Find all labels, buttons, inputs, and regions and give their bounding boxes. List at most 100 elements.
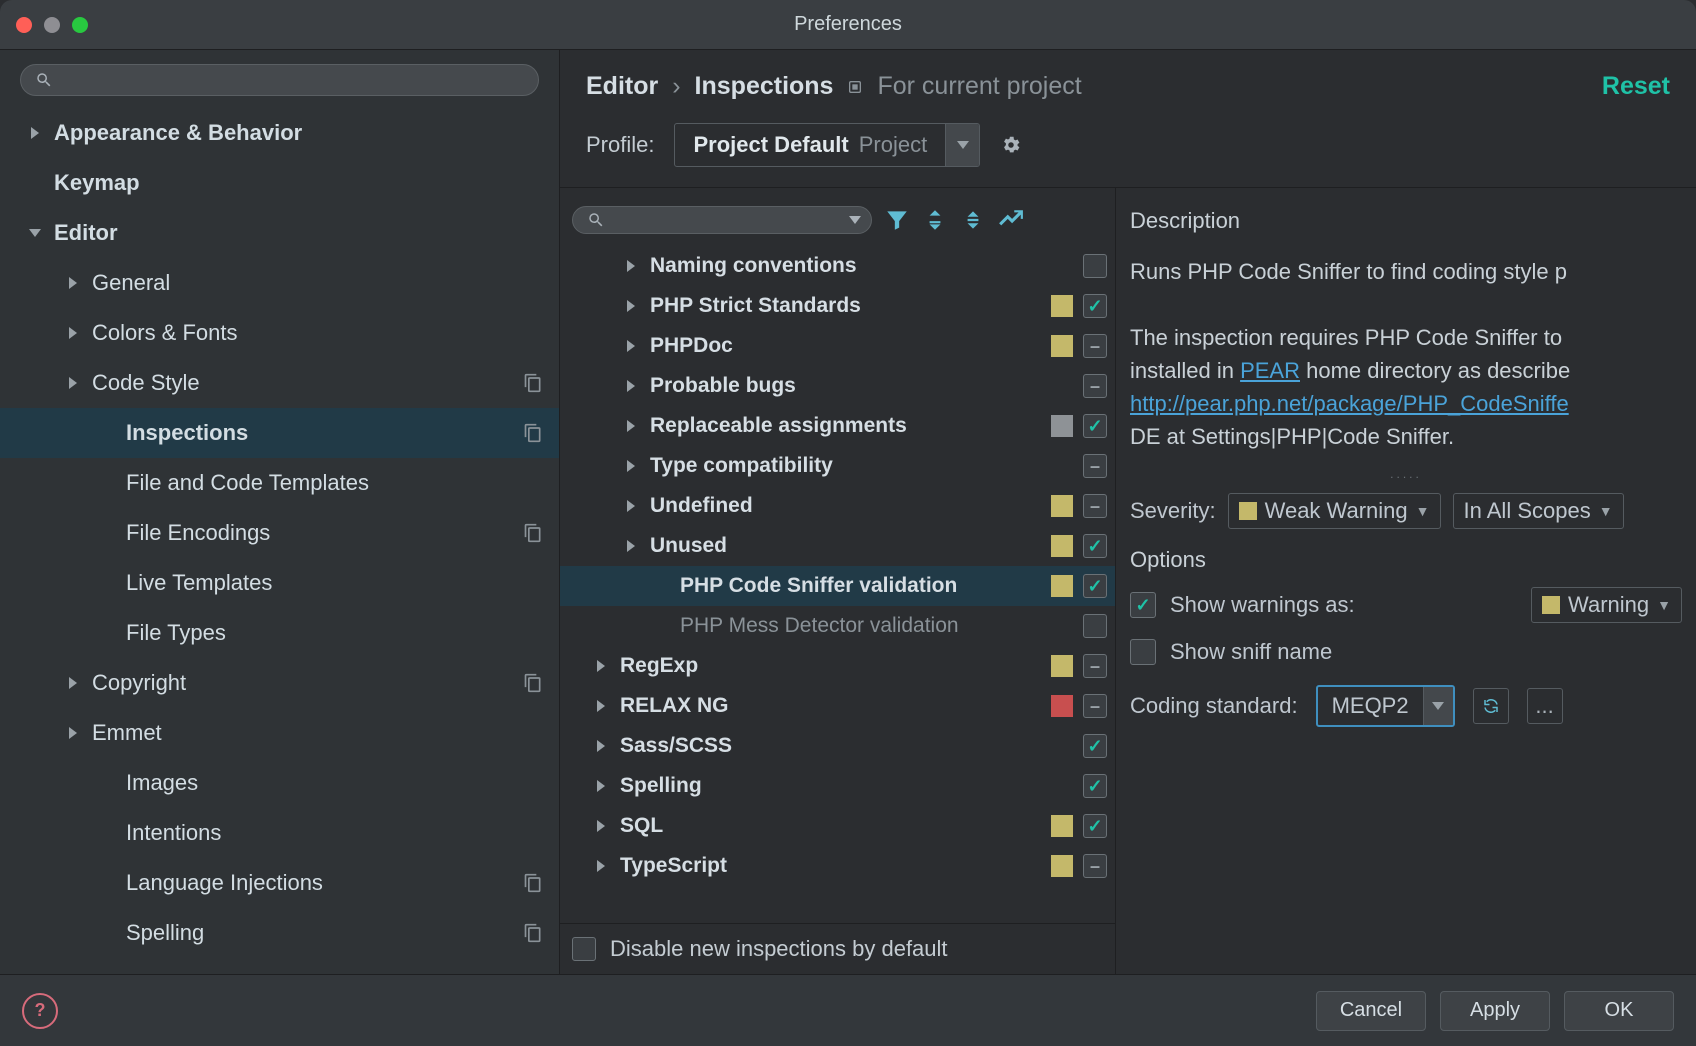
warning-level-select[interactable]: Warning ▼	[1531, 587, 1682, 623]
profile-dropdown-icon[interactable]	[945, 124, 979, 166]
expand-all-icon[interactable]	[922, 207, 948, 233]
coding-standard-select[interactable]: MEQP2	[1316, 685, 1455, 727]
tree-row-sass-scss[interactable]: Sass/SCSS	[560, 726, 1115, 766]
disable-new-label: Disable new inspections by default	[610, 936, 948, 962]
close-window-icon[interactable]	[16, 17, 32, 33]
search-history-dropdown-icon[interactable]	[849, 216, 861, 224]
reset-button[interactable]: Reset	[1602, 72, 1670, 101]
sidebar-item-language-injections[interactable]: Language Injections	[0, 858, 559, 908]
severity-swatch	[1051, 495, 1073, 517]
disable-new-row[interactable]: Disable new inspections by default	[560, 923, 1115, 974]
tree-row-relax-ng[interactable]: RELAX NG	[560, 686, 1115, 726]
inspection-checkbox[interactable]	[1083, 774, 1107, 798]
inspection-checkbox[interactable]	[1083, 654, 1107, 678]
tree-row-undefined[interactable]: Undefined	[560, 486, 1115, 526]
tree-row-label: Replaceable assignments	[650, 414, 907, 438]
inspection-checkbox[interactable]	[1083, 334, 1107, 358]
tree-row-php-code-sniffer-validation[interactable]: PHP Code Sniffer validation	[560, 566, 1115, 606]
reset-defaults-icon[interactable]	[998, 207, 1024, 233]
sidebar-item-label: Images	[126, 770, 198, 796]
sidebar-item-inspections[interactable]: Inspections	[0, 408, 559, 458]
sidebar-item-keymap[interactable]: Keymap	[0, 158, 559, 208]
tree-row-label: PHPDoc	[650, 334, 733, 358]
inspection-checkbox[interactable]	[1083, 254, 1107, 278]
severity-select[interactable]: Weak Warning ▼	[1228, 493, 1441, 529]
inspection-checkbox[interactable]	[1083, 854, 1107, 878]
refresh-button[interactable]	[1473, 688, 1509, 724]
tree-row-label: Probable bugs	[650, 374, 796, 398]
disable-new-checkbox[interactable]	[572, 937, 596, 961]
pear-link[interactable]: PEAR	[1240, 358, 1300, 383]
sidebar-item-editor[interactable]: Editor	[0, 208, 559, 258]
ok-button[interactable]: OK	[1564, 991, 1674, 1031]
inspection-checkbox[interactable]	[1083, 614, 1107, 638]
show-sniff-label: Show sniff name	[1170, 639, 1332, 665]
sidebar-search-input[interactable]	[20, 64, 539, 96]
minimize-window-icon[interactable]	[44, 17, 60, 33]
copy-profile-icon	[523, 873, 543, 893]
gear-icon[interactable]	[1000, 134, 1022, 156]
inspection-checkbox[interactable]	[1083, 694, 1107, 718]
show-warnings-checkbox[interactable]	[1130, 592, 1156, 618]
chevron-down-icon	[1423, 687, 1453, 725]
warning-color-swatch	[1542, 596, 1560, 614]
help-button[interactable]: ?	[22, 993, 58, 1029]
tree-row-type-compatibility[interactable]: Type compatibility	[560, 446, 1115, 486]
filter-icon[interactable]	[884, 207, 910, 233]
refresh-icon	[1482, 697, 1500, 715]
tree-row-php-mess-detector-validation[interactable]: PHP Mess Detector validation	[560, 606, 1115, 646]
tree-row-spelling[interactable]: Spelling	[560, 766, 1115, 806]
tree-row-sql[interactable]: SQL	[560, 806, 1115, 846]
sidebar-item-spelling[interactable]: Spelling	[0, 908, 559, 958]
sidebar-item-label: Code Style	[92, 370, 200, 396]
sidebar-item-appearance-behavior[interactable]: Appearance & Behavior	[0, 108, 559, 158]
tree-row-phpdoc[interactable]: PHPDoc	[560, 326, 1115, 366]
cancel-button[interactable]: Cancel	[1316, 991, 1426, 1031]
sidebar-item-general[interactable]: General	[0, 258, 559, 308]
tree-row-typescript[interactable]: TypeScript	[560, 846, 1115, 886]
sidebar-item-colors-fonts[interactable]: Colors & Fonts	[0, 308, 559, 358]
sidebar-item-file-and-code-templates[interactable]: File and Code Templates	[0, 458, 559, 508]
sidebar-item-live-templates[interactable]: Live Templates	[0, 558, 559, 608]
severity-swatch	[1051, 575, 1073, 597]
tree-row-replaceable-assignments[interactable]: Replaceable assignments	[560, 406, 1115, 446]
tree-search-input[interactable]	[572, 206, 872, 234]
tree-row-php-strict-standards[interactable]: PHP Strict Standards	[560, 286, 1115, 326]
sidebar-item-emmet[interactable]: Emmet	[0, 708, 559, 758]
zoom-window-icon[interactable]	[72, 17, 88, 33]
inspection-checkbox[interactable]	[1083, 374, 1107, 398]
browse-button[interactable]: ...	[1527, 688, 1563, 724]
inspection-checkbox[interactable]	[1083, 534, 1107, 558]
sidebar-item-intentions[interactable]: Intentions	[0, 808, 559, 858]
sidebar-item-file-types[interactable]: File Types	[0, 608, 559, 658]
sidebar-item-code-style[interactable]: Code Style	[0, 358, 559, 408]
inspection-checkbox[interactable]	[1083, 454, 1107, 478]
resize-handle-icon[interactable]: .....	[1116, 463, 1696, 485]
severity-color-swatch	[1239, 502, 1257, 520]
scope-select[interactable]: In All Scopes ▼	[1453, 493, 1624, 529]
codesniffer-url-link[interactable]: http://pear.php.net/package/PHP_CodeSnif…	[1130, 391, 1569, 416]
sidebar-item-label: Appearance & Behavior	[54, 120, 302, 146]
inspection-checkbox[interactable]	[1083, 294, 1107, 318]
tree-row-label: RELAX NG	[620, 694, 729, 718]
inspection-checkbox[interactable]	[1083, 734, 1107, 758]
tree-row-regexp[interactable]: RegExp	[560, 646, 1115, 686]
breadcrumb-editor[interactable]: Editor	[586, 72, 658, 101]
apply-button[interactable]: Apply	[1440, 991, 1550, 1031]
inspection-checkbox[interactable]	[1083, 414, 1107, 438]
tree-row-probable-bugs[interactable]: Probable bugs	[560, 366, 1115, 406]
inspection-checkbox[interactable]	[1083, 574, 1107, 598]
sidebar-item-copyright[interactable]: Copyright	[0, 658, 559, 708]
inspection-checkbox[interactable]	[1083, 814, 1107, 838]
profile-select[interactable]: Project Default Project	[674, 123, 980, 167]
show-sniff-checkbox[interactable]	[1130, 639, 1156, 665]
inspection-checkbox[interactable]	[1083, 494, 1107, 518]
chevron-right-icon	[62, 677, 84, 689]
collapse-all-icon[interactable]	[960, 207, 986, 233]
sidebar-item-images[interactable]: Images	[0, 758, 559, 808]
tree-row-naming-conventions[interactable]: Naming conventions	[560, 246, 1115, 286]
chevron-right-icon	[24, 127, 46, 139]
tree-row-unused[interactable]: Unused	[560, 526, 1115, 566]
inspections-tree[interactable]: Naming conventionsPHP Strict Standards PH…	[560, 246, 1115, 923]
sidebar-item-file-encodings[interactable]: File Encodings	[0, 508, 559, 558]
